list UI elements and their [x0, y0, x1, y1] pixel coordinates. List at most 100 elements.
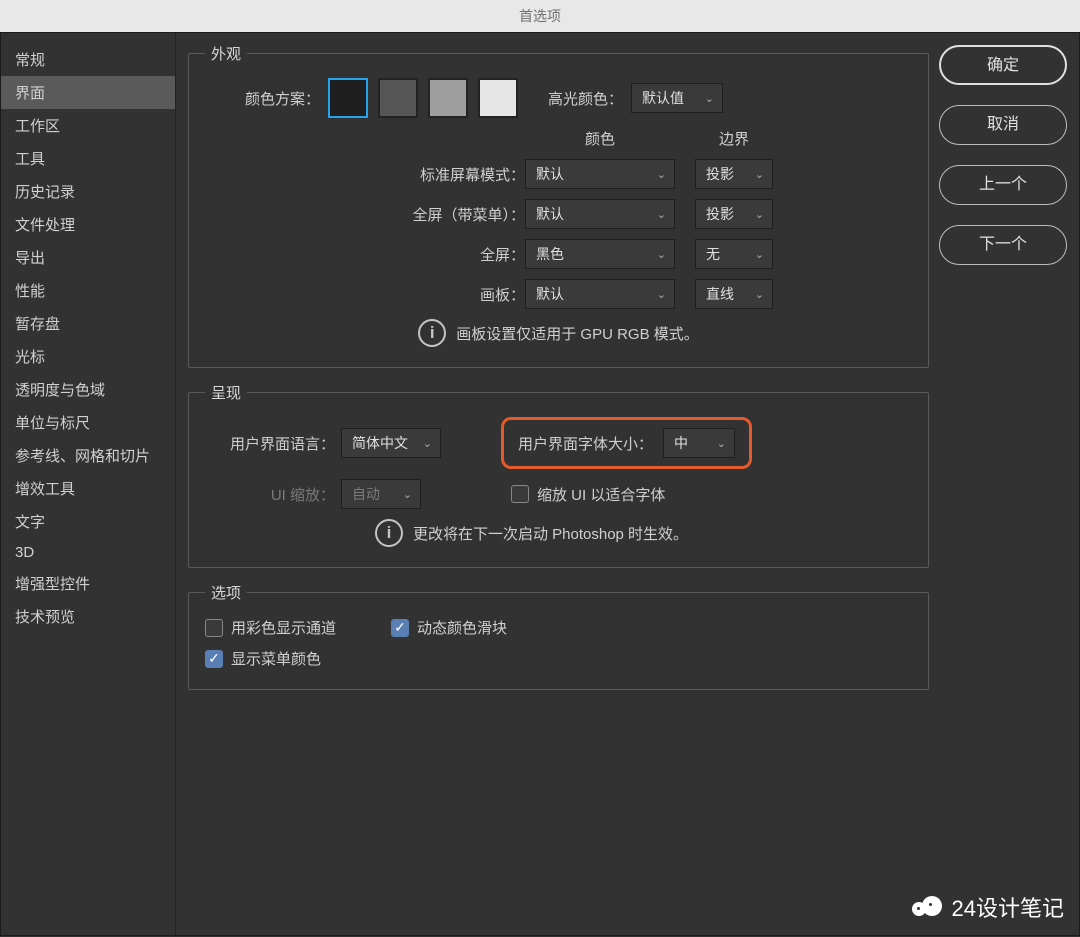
swatch-dark[interactable] [378, 78, 418, 118]
sidebar-item-preview[interactable]: 技术预览 [1, 600, 175, 633]
show-menu-colors-label: 显示菜单颜色 [231, 648, 321, 669]
sidebar-item-tools[interactable]: 工具 [1, 142, 175, 175]
appearance-legend: 外观 [205, 43, 247, 64]
sidebar-item-transparency[interactable]: 透明度与色域 [1, 373, 175, 406]
standard-border-value: 投影 [706, 164, 734, 184]
standard-color-dropdown[interactable]: 默认 ⌄ [525, 159, 675, 189]
presentation-note: 更改将在下一次启动 Photoshop 时生效。 [413, 523, 688, 544]
show-menu-colors-checkbox[interactable]: ✓ [205, 650, 223, 668]
sidebar-item-export[interactable]: 导出 [1, 241, 175, 274]
chevron-down-icon: ⌄ [755, 168, 764, 181]
chevron-down-icon: ⌄ [657, 288, 666, 301]
presentation-legend: 呈现 [205, 382, 247, 403]
color-column-header: 颜色 [525, 128, 675, 149]
fullmenu-border-dropdown[interactable]: 投影 ⌄ [695, 199, 773, 229]
sidebar-item-guides[interactable]: 参考线、网格和切片 [1, 439, 175, 472]
standard-mode-label: 标准屏幕模式： [205, 164, 525, 185]
standard-border-dropdown[interactable]: 投影 ⌄ [695, 159, 773, 189]
ui-scaling-label: UI 缩放： [205, 484, 335, 505]
ui-language-label: 用户界面语言： [205, 433, 335, 454]
highlight-color-label: 高光颜色： [548, 88, 623, 109]
sidebar-item-file-handling[interactable]: 文件处理 [1, 208, 175, 241]
chevron-down-icon: ⌄ [657, 208, 666, 221]
border-column-header: 边界 [695, 128, 773, 149]
highlight-color-value: 默认值 [642, 88, 684, 108]
artboard-color-value: 默认 [536, 284, 564, 304]
sidebar-item-type[interactable]: 文字 [1, 505, 175, 538]
chevron-down-icon: ⌄ [717, 437, 726, 450]
preferences-frame: 常规 界面 工作区 工具 历史记录 文件处理 导出 性能 暂存盘 光标 透明度与… [0, 32, 1080, 936]
fullscreen-color-dropdown[interactable]: 黑色 ⌄ [525, 239, 675, 269]
chevron-down-icon: ⌄ [403, 488, 412, 501]
wechat-icon [912, 892, 942, 922]
dynamic-sliders-checkbox[interactable]: ✓ [391, 619, 409, 637]
sidebar: 常规 界面 工作区 工具 历史记录 文件处理 导出 性能 暂存盘 光标 透明度与… [1, 33, 176, 935]
options-group: 选项 用彩色显示通道 ✓ 动态颜色滑块 ✓ 显示菜单颜色 [188, 582, 929, 690]
chevron-down-icon: ⌄ [657, 248, 666, 261]
ui-scaling-dropdown[interactable]: 自动 ⌄ [341, 479, 421, 509]
sidebar-item-plugins[interactable]: 增效工具 [1, 472, 175, 505]
fullmenu-border-value: 投影 [706, 204, 734, 224]
info-icon: i [418, 319, 446, 347]
artboard-note: 画板设置仅适用于 GPU RGB 模式。 [456, 323, 699, 344]
chevron-down-icon: ⌄ [423, 437, 432, 450]
dynamic-sliders-label: 动态颜色滑块 [417, 617, 507, 638]
artboard-border-value: 直线 [706, 284, 734, 304]
swatch-lightest[interactable] [478, 78, 518, 118]
chevron-down-icon: ⌄ [657, 168, 666, 181]
swatch-darkest[interactable] [328, 78, 368, 118]
sidebar-item-performance[interactable]: 性能 [1, 274, 175, 307]
fullscreen-color-value: 黑色 [536, 244, 564, 264]
swatch-light[interactable] [428, 78, 468, 118]
scale-to-fit-checkbox[interactable] [511, 485, 529, 503]
fullmenu-color-dropdown[interactable]: 默认 ⌄ [525, 199, 675, 229]
ok-button[interactable]: 确定 [939, 45, 1067, 85]
scale-to-fit-label: 缩放 UI 以适合字体 [537, 484, 665, 505]
ui-language-value: 简体中文 [352, 433, 408, 453]
info-icon: i [375, 519, 403, 547]
fullscreen-border-value: 无 [706, 244, 720, 264]
content-area: 外观 颜色方案： 高光颜色： 默认值 ⌄ 颜色 边界 [176, 33, 939, 935]
artboard-mode-label: 画板： [205, 284, 525, 305]
chevron-down-icon: ⌄ [755, 248, 764, 261]
sidebar-item-history[interactable]: 历史记录 [1, 175, 175, 208]
action-buttons: 确定 取消 上一个 下一个 [939, 33, 1079, 935]
ui-language-dropdown[interactable]: 简体中文 ⌄ [341, 428, 441, 458]
font-size-highlight: 用户界面字体大小： 中⌄ [501, 417, 752, 469]
appearance-group: 外观 颜色方案： 高光颜色： 默认值 ⌄ 颜色 边界 [188, 43, 929, 368]
cancel-button[interactable]: 取消 [939, 105, 1067, 145]
color-scheme-label: 颜色方案： [205, 88, 320, 109]
prev-button[interactable]: 上一个 [939, 165, 1067, 205]
presentation-group: 呈现 用户界面语言： 简体中文⌄ 用户界面字体大小： 中⌄ UI 缩放： 自动⌄… [188, 382, 929, 568]
watermark: 24设计笔记 [912, 891, 1064, 923]
chevron-down-icon: ⌄ [705, 92, 714, 105]
sidebar-item-scratch[interactable]: 暂存盘 [1, 307, 175, 340]
sidebar-item-workspace[interactable]: 工作区 [1, 109, 175, 142]
chevron-down-icon: ⌄ [755, 288, 764, 301]
window-title: 首选项 [0, 0, 1080, 32]
sidebar-item-3d[interactable]: 3D [1, 538, 175, 567]
sidebar-item-interface[interactable]: 界面 [1, 76, 175, 109]
fullmenu-mode-label: 全屏（带菜单）： [205, 204, 525, 225]
ui-font-size-value: 中 [674, 433, 688, 453]
fullscreen-border-dropdown[interactable]: 无⌄ [695, 239, 773, 269]
color-scheme-swatches [328, 78, 518, 118]
ui-scaling-value: 自动 [352, 484, 380, 504]
watermark-text: 24设计笔记 [952, 891, 1064, 923]
options-legend: 选项 [205, 582, 247, 603]
next-button[interactable]: 下一个 [939, 225, 1067, 265]
sidebar-item-enhanced[interactable]: 增强型控件 [1, 567, 175, 600]
sidebar-item-cursors[interactable]: 光标 [1, 340, 175, 373]
standard-color-value: 默认 [536, 164, 564, 184]
fullmenu-color-value: 默认 [536, 204, 564, 224]
ui-font-size-dropdown[interactable]: 中⌄ [663, 428, 735, 458]
sidebar-item-general[interactable]: 常规 [1, 43, 175, 76]
color-channels-checkbox[interactable] [205, 619, 223, 637]
artboard-color-dropdown[interactable]: 默认 ⌄ [525, 279, 675, 309]
sidebar-item-units[interactable]: 单位与标尺 [1, 406, 175, 439]
ui-font-size-label: 用户界面字体大小： [518, 433, 653, 454]
fullscreen-mode-label: 全屏： [205, 244, 525, 265]
highlight-color-dropdown[interactable]: 默认值 ⌄ [631, 83, 723, 113]
artboard-border-dropdown[interactable]: 直线 ⌄ [695, 279, 773, 309]
chevron-down-icon: ⌄ [755, 208, 764, 221]
